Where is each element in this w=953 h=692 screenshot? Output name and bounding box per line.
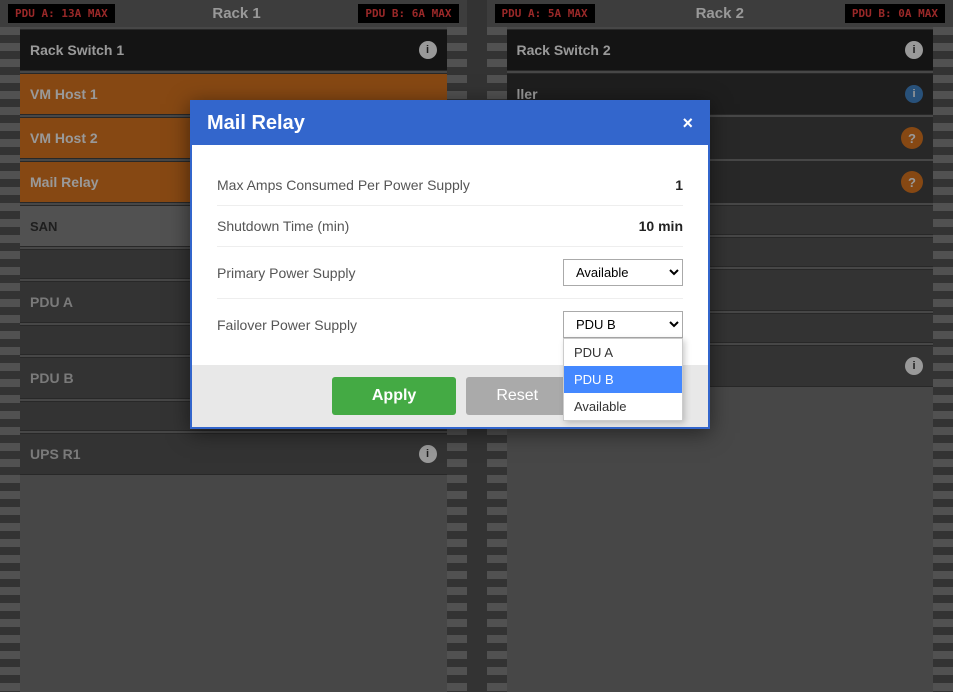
field-max-amps: Max Amps Consumed Per Power Supply 1 — [217, 165, 683, 206]
field-failover-supply: Failover Power Supply PDU A PDU B Availa… — [217, 299, 683, 350]
max-amps-value: 1 — [675, 177, 683, 193]
shutdown-time-label: Shutdown Time (min) — [217, 218, 639, 234]
modal-body: Max Amps Consumed Per Power Supply 1 Shu… — [192, 145, 708, 365]
primary-supply-label: Primary Power Supply — [217, 265, 563, 281]
failover-supply-select[interactable]: PDU A PDU B Available — [563, 311, 683, 338]
modal-close-button[interactable]: × — [682, 113, 693, 134]
failover-supply-label: Failover Power Supply — [217, 317, 563, 333]
failover-menu-pdu-b[interactable]: PDU B — [564, 366, 682, 393]
field-shutdown-time: Shutdown Time (min) 10 min — [217, 206, 683, 247]
failover-dropdown-container: PDU A PDU B Available PDU A PDU B Availa… — [563, 311, 683, 338]
modal-title: Mail Relay — [207, 112, 305, 135]
primary-supply-select[interactable]: Available PDU A PDU B — [563, 259, 683, 286]
failover-menu-available[interactable]: Available — [564, 393, 682, 420]
reset-button[interactable]: Reset — [466, 377, 568, 415]
modal-header: Mail Relay × — [192, 102, 708, 145]
shutdown-time-value: 10 min — [639, 218, 683, 234]
failover-menu-pdu-a[interactable]: PDU A — [564, 339, 682, 366]
max-amps-label: Max Amps Consumed Per Power Supply — [217, 177, 675, 193]
apply-button[interactable]: Apply — [332, 377, 456, 415]
field-primary-supply: Primary Power Supply Available PDU A PDU… — [217, 247, 683, 299]
mail-relay-modal: Mail Relay × Max Amps Consumed Per Power… — [190, 100, 710, 429]
failover-dropdown-menu: PDU A PDU B Available — [563, 338, 683, 421]
